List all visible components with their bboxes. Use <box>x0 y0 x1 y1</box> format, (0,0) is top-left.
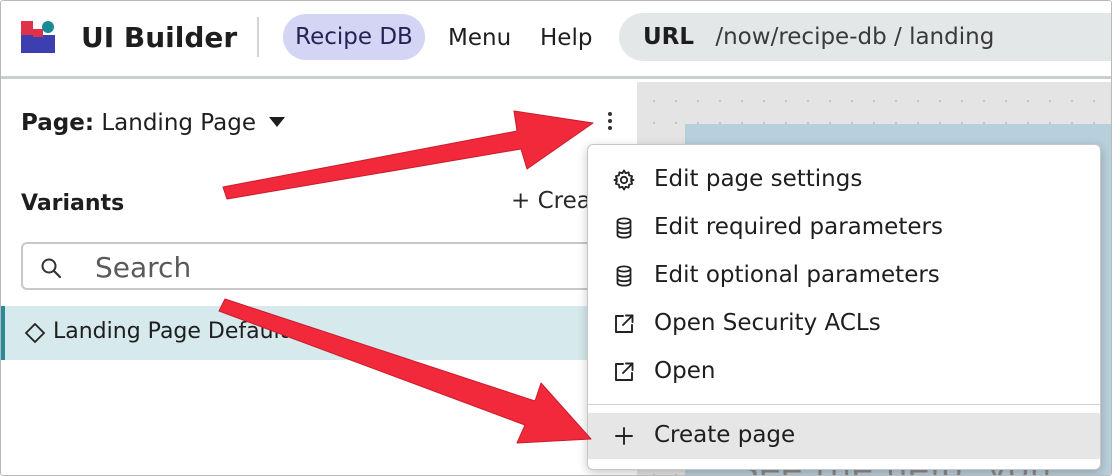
database-icon <box>616 217 632 239</box>
search-input[interactable] <box>95 248 595 286</box>
url-path: /now/recipe-db / landing <box>715 24 995 50</box>
plus-icon <box>615 427 633 445</box>
menu-item-edit-page-settings[interactable]: Edit page settings <box>588 157 1100 203</box>
variant-search <box>21 242 621 290</box>
menu-button[interactable]: Menu <box>448 23 511 53</box>
menu-item-label: Create page <box>654 422 796 448</box>
menu-divider <box>588 404 1100 405</box>
app-title: UI Builder <box>81 21 238 54</box>
variant-label: Landing Page Default <box>53 319 289 344</box>
page-options-menu: Edit page settings Edit required paramet… <box>587 144 1101 470</box>
diamond-icon <box>25 323 45 343</box>
header-divider <box>257 17 259 57</box>
page-selector-label: Page: <box>21 110 95 136</box>
url-bar[interactable]: URL /now/recipe-db / landing <box>619 13 1111 61</box>
database-icon <box>616 265 632 287</box>
app-selector-button[interactable]: Recipe DB <box>283 14 425 60</box>
menu-item-open[interactable]: Open <box>588 349 1100 395</box>
menu-item-open-security-acls[interactable]: Open Security ACLs <box>588 301 1100 347</box>
app-window: UI Builder Recipe DB Menu Help URL /now/… <box>0 0 1112 476</box>
external-link-icon <box>615 314 634 333</box>
help-button[interactable]: Help <box>540 23 592 53</box>
menu-item-edit-required-parameters[interactable]: Edit required parameters <box>588 205 1100 251</box>
variants-heading: Variants <box>21 191 125 216</box>
left-panel: Page: Landing Page Variants + Crea Landi… <box>1 82 637 475</box>
ui-builder-logo-icon <box>21 21 55 53</box>
url-label: URL <box>643 24 695 50</box>
external-link-icon <box>615 362 634 381</box>
caret-down-icon <box>269 116 286 127</box>
menu-item-label: Edit page settings <box>654 166 863 192</box>
menu-item-label: Open <box>654 358 716 384</box>
page-selector-value: Landing Page <box>101 110 256 136</box>
menu-item-label: Edit optional parameters <box>654 262 940 288</box>
menu-item-create-page[interactable]: Create page <box>588 413 1100 459</box>
page-selector[interactable]: Page: Landing Page <box>21 108 286 138</box>
top-header: UI Builder Recipe DB Menu Help URL /now/… <box>1 1 1111 79</box>
search-icon <box>41 258 62 279</box>
menu-item-edit-optional-parameters[interactable]: Edit optional parameters <box>588 253 1100 299</box>
more-options-icon[interactable] <box>599 110 621 136</box>
menu-item-label: Edit required parameters <box>654 214 943 240</box>
menu-item-label: Open Security ACLs <box>654 310 881 336</box>
create-variant-button[interactable]: + Crea <box>511 186 591 216</box>
gear-icon <box>613 169 635 191</box>
variant-list-item[interactable]: Landing Page Default <box>1 306 637 360</box>
